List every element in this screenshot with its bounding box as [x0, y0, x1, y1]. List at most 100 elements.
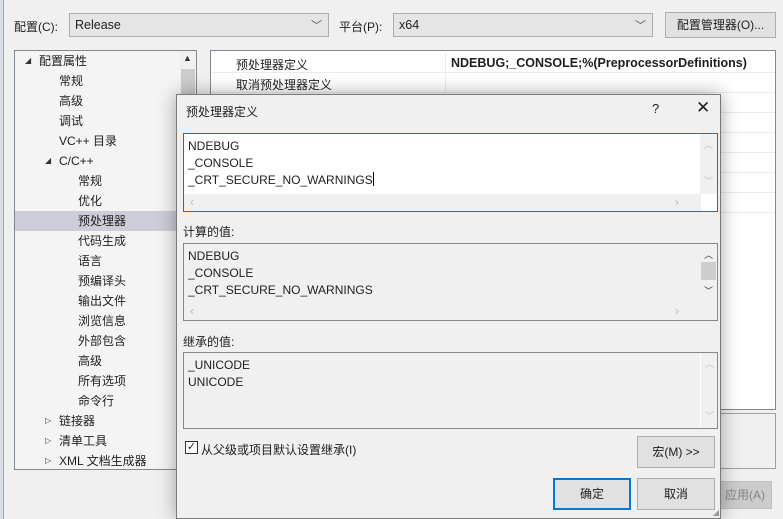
tree-item-label: 外部包含	[78, 334, 127, 348]
scroll-down-icon[interactable]: ﹀	[705, 409, 714, 422]
tree-item[interactable]: 所有选项	[15, 371, 185, 391]
text-line: UNICODE	[188, 375, 244, 389]
tree-item[interactable]: 输出文件	[15, 291, 185, 311]
background-window-edge	[0, 0, 4, 519]
text-line: _CONSOLE	[188, 156, 254, 170]
tree-item-label: XML 文档生成器	[59, 454, 147, 468]
inherited-values-text: _UNICODE UNICODE	[188, 357, 250, 391]
tree-item[interactable]: 高级	[15, 351, 185, 371]
computed-values-box: NDEBUG _CONSOLE _CRT_SECURE_NO_WARNINGS ︿ …	[183, 243, 718, 321]
definitions-input[interactable]: NDEBUG _CONSOLE _CRT_SECURE_NO_WARNINGS ︿ …	[183, 133, 718, 212]
tree-item-label: 调试	[59, 114, 84, 128]
collapsed-arrow-icon[interactable]: ▷	[45, 411, 51, 431]
text-line: _UNICODE	[188, 358, 251, 372]
tree-item[interactable]: ◢ 配置属性	[15, 51, 185, 71]
property-tree[interactable]: ▲ ◢ 配置属性 常规 高级 调试 VC++ 目录 ◢ C/C++ 常规 优化 预处理器 代码生成 语言…	[14, 50, 197, 470]
computed-values-text: NDEBUG _CONSOLE _CRT_SECURE_NO_WARNINGS	[188, 248, 373, 304]
tree-item[interactable]: ▷ 清单工具	[15, 431, 185, 451]
chevron-down-icon: ﹀	[635, 20, 646, 32]
horizontal-scrollbar[interactable]: ‹ ›	[184, 303, 701, 320]
platform-value: x64	[399, 18, 420, 32]
grid-row-value: NDEBUG;_CONSOLE;%(PreprocessorDefinition…	[451, 56, 747, 70]
tree-item[interactable]: 常规	[15, 171, 185, 191]
close-icon[interactable]: ✕	[696, 98, 710, 118]
scroll-up-icon[interactable]: ︿	[705, 357, 714, 370]
config-manager-button[interactable]: 配置管理器(O)...	[665, 12, 776, 38]
tree-item-label: 浏览信息	[78, 314, 127, 328]
tree-item[interactable]: ◢ C/C++	[15, 151, 185, 171]
vertical-scrollbar[interactable]: ︿ ﹀	[700, 134, 717, 194]
tree-item[interactable]: VC++ 目录	[15, 131, 185, 151]
tree-item-label: C/C++	[59, 154, 94, 168]
scroll-up-icon[interactable]: ︿	[704, 138, 713, 151]
tree-item[interactable]: 高级	[15, 91, 185, 111]
tree-item-label: 代码生成	[78, 234, 127, 248]
tree-item[interactable]: 浏览信息	[15, 311, 185, 331]
scroll-left-icon[interactable]: ‹	[190, 195, 194, 209]
tree-item-label: 预编译头	[78, 274, 127, 288]
inherited-values-box: _UNICODE UNICODE ︿ ﹀	[183, 352, 718, 429]
tree-item[interactable]: 命令行	[15, 391, 185, 411]
collapsed-arrow-icon[interactable]: ▷	[45, 451, 51, 469]
platform-label: 平台(P):	[339, 20, 383, 34]
vertical-scrollbar[interactable]: ︿ ﹀	[700, 244, 717, 303]
tree-item[interactable]: 调试	[15, 111, 185, 131]
tree-item-label: 配置属性	[39, 54, 88, 68]
tree-item-label: 语言	[78, 254, 103, 268]
preprocessor-definitions-dialog: 预处理器定义 ? ✕ NDEBUG _CONSOLE _CRT_SECURE_NO_…	[176, 94, 721, 519]
config-dropdown[interactable]: Release ﹀	[69, 13, 329, 37]
collapsed-arrow-icon[interactable]: ▷	[45, 431, 51, 451]
ok-button[interactable]: 确定	[553, 478, 631, 510]
scroll-right-icon[interactable]: ›	[675, 304, 679, 318]
inherit-checkbox-label[interactable]: 从父级或项目默认设置继承(I)	[201, 441, 356, 458]
tree-item[interactable]: 代码生成	[15, 231, 185, 251]
dialog-title: 预处理器定义	[186, 105, 259, 119]
tree-item-label: 常规	[59, 74, 84, 88]
help-icon[interactable]: ?	[652, 101, 659, 116]
tree-item-label: 链接器	[59, 414, 96, 428]
tree-item-label: 输出文件	[78, 294, 127, 308]
grid-row-name: 预处理器定义	[236, 58, 309, 72]
tree-item[interactable]: 预处理器	[15, 211, 185, 231]
tree-item-label: 高级	[78, 354, 103, 368]
platform-dropdown[interactable]: x64 ﹀	[393, 13, 653, 37]
cancel-button[interactable]: 取消	[637, 478, 715, 510]
scroll-up-icon[interactable]: ︿	[704, 248, 713, 261]
tree-item[interactable]: ▷ 链接器	[15, 411, 185, 431]
scroll-right-icon[interactable]: ›	[675, 195, 679, 209]
vertical-scrollbar[interactable]: ︿ ﹀	[700, 353, 717, 428]
chevron-down-icon: ﹀	[311, 20, 322, 32]
horizontal-scrollbar[interactable]: ‹ ›	[184, 194, 701, 211]
scroll-down-icon[interactable]: ﹀	[704, 174, 713, 187]
expanded-arrow-icon[interactable]: ◢	[25, 51, 31, 71]
macros-button[interactable]: 宏(M) >>	[637, 436, 715, 468]
inherited-values-label: 继承的值:	[183, 335, 235, 349]
tree-item-label: VC++ 目录	[59, 134, 118, 148]
computed-values-label: 计算的值:	[183, 225, 235, 239]
tree-item[interactable]: ▷ XML 文档生成器	[15, 451, 185, 469]
inherit-checkbox[interactable]: ✓	[185, 441, 198, 454]
text-caret	[372, 172, 374, 186]
tree-item[interactable]: 常规	[15, 71, 185, 91]
config-value: Release	[75, 18, 121, 32]
text-line: NDEBUG	[188, 249, 240, 263]
grid-row[interactable]: 取消预处理器定义	[211, 73, 775, 93]
grid-row[interactable]: 预处理器定义 NDEBUG;_CONSOLE;%(PreprocessorDef…	[211, 53, 775, 73]
tree-item-label: 优化	[78, 194, 103, 208]
tree-item-label: 常规	[78, 174, 103, 188]
scroll-left-icon[interactable]: ‹	[190, 304, 194, 318]
tree-item[interactable]: 外部包含	[15, 331, 185, 351]
tree-item[interactable]: 预编译头	[15, 271, 185, 291]
tree-item[interactable]: 优化	[15, 191, 185, 211]
tree-item[interactable]: 语言	[15, 251, 185, 271]
tree-item-label: 预处理器	[78, 214, 127, 228]
scroll-thumb[interactable]	[701, 262, 716, 280]
definitions-text[interactable]: NDEBUG _CONSOLE _CRT_SECURE_NO_WARNINGS	[188, 138, 374, 189]
text-line: _CRT_SECURE_NO_WARNINGS	[188, 283, 373, 297]
tree-item-label: 所有选项	[78, 374, 127, 388]
apply-button[interactable]: 应用(A)	[718, 481, 772, 509]
scroll-down-icon[interactable]: ﹀	[704, 284, 713, 297]
resize-grip-icon[interactable]: ◢	[713, 508, 719, 517]
expanded-arrow-icon[interactable]: ◢	[45, 151, 51, 171]
text-line: _CRT_SECURE_NO_WARNINGS	[188, 172, 374, 187]
